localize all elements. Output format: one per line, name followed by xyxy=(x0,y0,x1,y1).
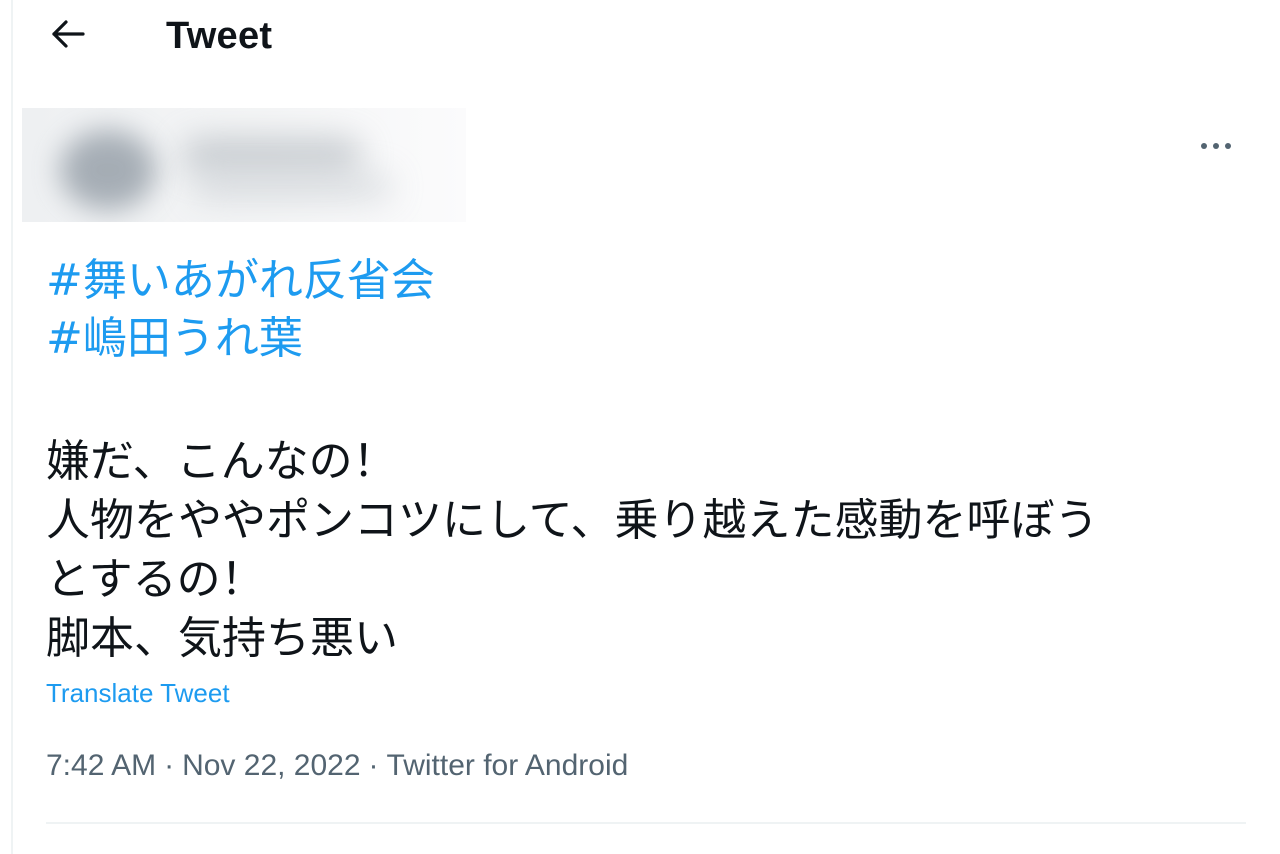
tweet-metadata: 7:42 AM · Nov 22, 2022 · Twitter for Android xyxy=(46,746,628,786)
translate-tweet-link[interactable]: Translate Tweet xyxy=(46,676,230,710)
tweet-hashtags: #舞いあがれ反省会 #嶋田うれ葉 xyxy=(46,252,435,368)
tweet-text-line: 嫌だ、こんなの！ xyxy=(46,436,397,487)
page-title: Tweet xyxy=(166,15,273,57)
author-handle xyxy=(192,174,392,200)
arrow-left-icon xyxy=(51,19,85,53)
meta-separator: · xyxy=(164,749,175,782)
column-border xyxy=(11,0,13,854)
avatar[interactable] xyxy=(60,130,156,210)
tweet-source-link[interactable]: Twitter for Android xyxy=(387,749,629,782)
tweet-text-line: 脚本、気持ち悪い xyxy=(46,613,398,664)
hashtag-link[interactable]: #嶋田うれ葉 xyxy=(46,310,435,368)
tweet-time-link[interactable]: 7:42 AM xyxy=(46,749,156,782)
tweet-date-link[interactable]: Nov 22, 2022 xyxy=(182,749,360,782)
hashtag-link[interactable]: #舞いあがれ反省会 xyxy=(46,252,435,310)
meta-separator: · xyxy=(368,749,379,782)
divider xyxy=(46,822,1246,824)
page-header: Tweet xyxy=(0,0,1280,76)
ellipsis-icon xyxy=(1200,135,1232,154)
tweet-text-line: 人物をややポンコツにして、乗り越えた感動を呼ぼう xyxy=(46,495,1099,546)
author-info-redacted[interactable] xyxy=(22,108,466,222)
author-name[interactable] xyxy=(182,138,362,172)
tweet-text-line: とするの！ xyxy=(46,554,265,605)
tweet-text: 嫌だ、こんなの！ 人物をややポンコツにして、乗り越えた感動を呼ぼう とするの！ … xyxy=(46,432,1098,668)
tweet-detail-page: Tweet #舞いあがれ反省会 #嶋田うれ葉 嫌だ、こんなの！ 人物をややポンコ… xyxy=(0,0,1280,854)
more-options-button[interactable] xyxy=(1196,126,1236,162)
back-button[interactable] xyxy=(44,14,92,58)
